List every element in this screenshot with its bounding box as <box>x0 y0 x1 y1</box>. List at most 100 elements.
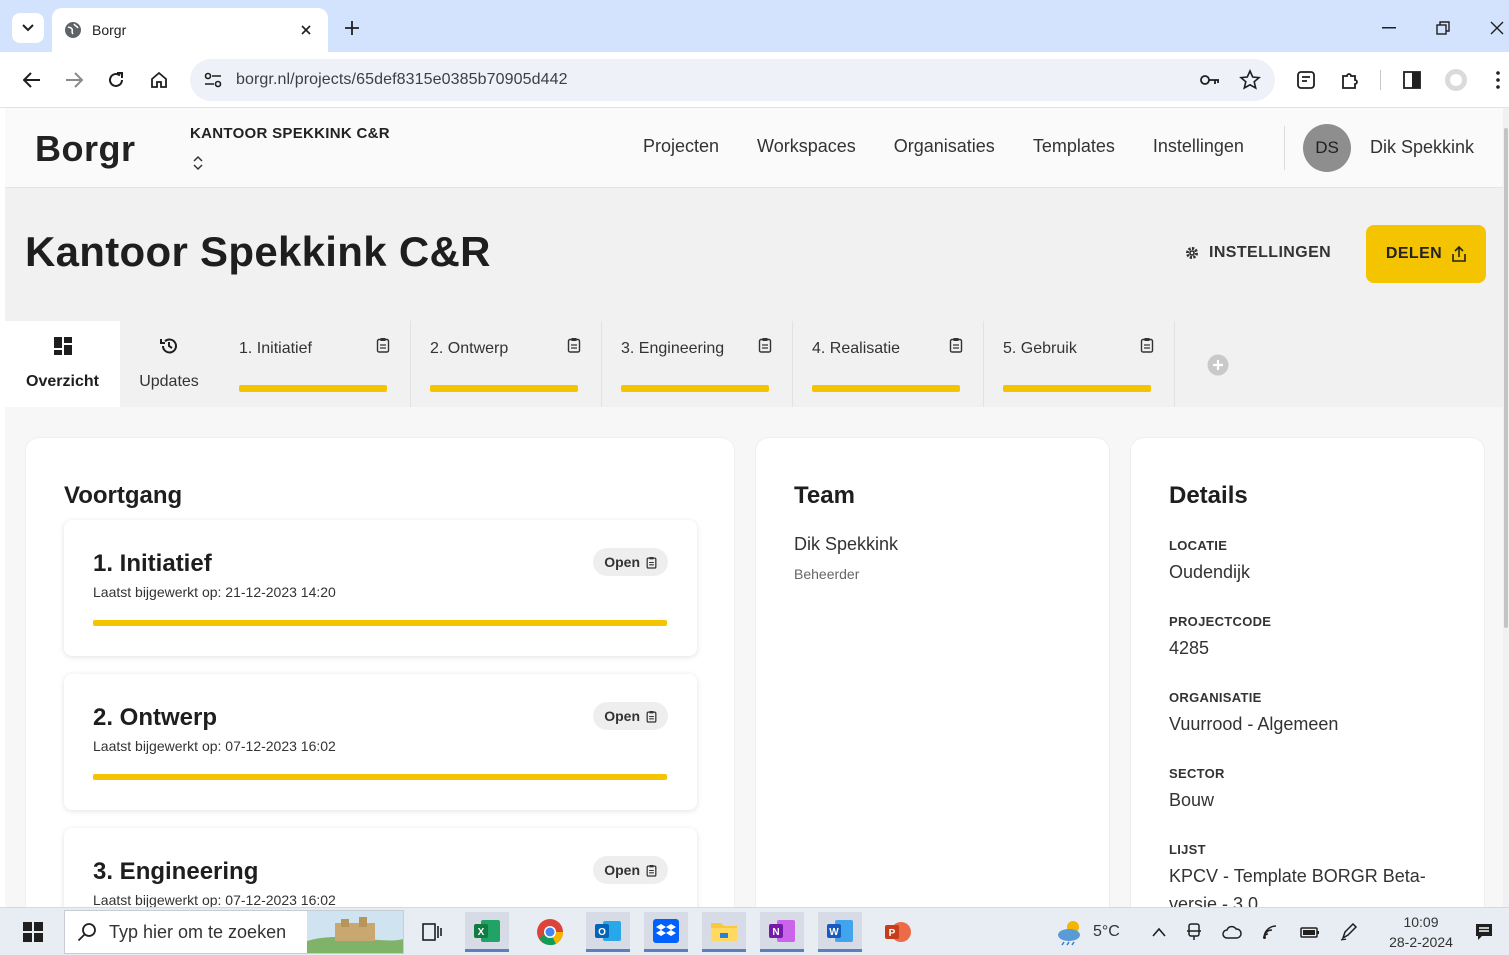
scrollbar-thumb[interactable] <box>1504 128 1508 628</box>
taskbar-onenote[interactable]: N <box>760 912 804 952</box>
share-button[interactable]: DELEN <box>1366 225 1486 283</box>
taskbar-dropbox[interactable] <box>644 912 688 952</box>
browser-tab[interactable]: Borgr <box>52 8 328 52</box>
extensions-menu-button[interactable] <box>1336 66 1364 94</box>
notifications-button[interactable] <box>1466 912 1502 952</box>
task-view-button[interactable] <box>410 912 454 952</box>
nav-organisaties[interactable]: Organisaties <box>894 136 995 157</box>
page-title: Kantoor Spekkink C&R <box>25 228 491 275</box>
onenote-icon: N <box>769 919 795 942</box>
taskbar-powerpoint[interactable]: P <box>876 912 920 952</box>
tab-search-button[interactable] <box>12 13 44 43</box>
svg-text:O: O <box>598 927 606 938</box>
clipboard-icon[interactable] <box>949 337 963 353</box>
phase-progress-bar <box>1003 385 1151 392</box>
status-badge[interactable]: Open <box>593 856 668 884</box>
star-icon[interactable] <box>1239 69 1261 91</box>
tab-phase-2[interactable]: 2. Ontwerp <box>411 321 602 407</box>
gear-icon <box>1186 247 1198 259</box>
tab-updates[interactable]: Updates <box>120 321 218 407</box>
address-bar[interactable]: borgr.nl/projects/65def8315e0385b70905d4… <box>190 59 1275 101</box>
close-icon <box>301 25 311 35</box>
avatar[interactable]: DS <box>1303 124 1351 172</box>
start-button[interactable] <box>14 918 52 946</box>
taskbar-word[interactable]: W <box>818 912 862 952</box>
add-phase-icon[interactable] <box>1207 354 1229 376</box>
task-view-icon <box>422 923 442 941</box>
close-window-button[interactable] <box>1482 14 1509 42</box>
side-panel-icon <box>1403 71 1421 89</box>
user-name[interactable]: Dik Spekkink <box>1370 137 1474 158</box>
nav-templates[interactable]: Templates <box>1033 136 1115 157</box>
chevron-up-icon[interactable] <box>1152 927 1166 937</box>
browser-tab-strip: Borgr <box>0 0 1509 52</box>
main-nav: Projecten Workspaces Organisaties Templa… <box>643 136 1282 157</box>
detail-value-organisatie: Vuurrood - Algemeen <box>1169 714 1339 734</box>
team-member-name[interactable]: Dik Spekkink <box>794 534 898 555</box>
status-badge[interactable]: Open <box>593 702 668 730</box>
project-settings-button[interactable]: INSTELLINGEN <box>1185 244 1331 262</box>
nav-projecten[interactable]: Projecten <box>643 136 719 157</box>
forward-button[interactable] <box>60 66 88 94</box>
restore-button[interactable] <box>1428 14 1458 42</box>
phase-updated: Laatst bijgewerkt op: 07-12-2023 16:02 <box>93 738 336 754</box>
site-info-icon[interactable] <box>204 72 222 88</box>
side-panel-button[interactable] <box>1398 66 1426 94</box>
tab-phase-4[interactable]: 4. Realisatie <box>793 321 984 407</box>
extension-button[interactable] <box>1292 66 1320 94</box>
clipboard-icon[interactable] <box>758 337 772 353</box>
tab-phase-1[interactable]: 1. Initiatief <box>220 321 411 407</box>
progress-card-title: Voortgang <box>64 482 183 509</box>
profile-button[interactable] <box>1442 66 1470 94</box>
taskbar-outlook[interactable]: O <box>586 912 630 952</box>
more-vertical-icon <box>1496 71 1500 89</box>
detail-value-locatie: Oudendijk <box>1169 562 1251 582</box>
key-icon[interactable] <box>1199 69 1221 91</box>
nav-instellingen[interactable]: Instellingen <box>1153 136 1244 157</box>
brand-logo[interactable]: Borgr <box>35 128 136 170</box>
tab-phase-3[interactable]: 3. Engineering <box>602 321 793 407</box>
weather-widget[interactable]: 5°C <box>1055 908 1120 955</box>
chrome-icon <box>537 919 564 946</box>
close-tab-button[interactable] <box>296 20 316 40</box>
phase-tab-label: 1. Initiatief <box>239 340 312 357</box>
browser-menu-button[interactable] <box>1484 66 1509 94</box>
clipboard-icon[interactable] <box>376 337 390 353</box>
progress-card: Voortgang 1. Initiatief Laatst bijgewerk… <box>25 437 735 955</box>
minimize-button[interactable] <box>1374 14 1404 42</box>
word-icon: W <box>827 919 853 942</box>
nav-workspaces[interactable]: Workspaces <box>757 136 856 157</box>
globe-icon <box>65 22 81 38</box>
chevron-up-down-icon[interactable] <box>191 155 205 171</box>
taskbar-file-explorer[interactable] <box>702 912 746 952</box>
phase-progress-item[interactable]: 2. Ontwerp Laatst bijgewerkt op: 07-12-2… <box>64 674 697 810</box>
back-button[interactable] <box>18 66 46 94</box>
taskbar-clock[interactable]: 10:09 28-2-2024 <box>1386 912 1456 952</box>
project-banner: Kantoor Spekkink C&R INSTELLINGEN DELEN <box>5 188 1505 321</box>
battery-icon[interactable] <box>1300 925 1320 939</box>
phase-title: 3. Engineering <box>93 858 259 885</box>
phase-progress-item[interactable]: 1. Initiatief Laatst bijgewerkt op: 21-1… <box>64 520 697 656</box>
reload-button[interactable] <box>102 66 130 94</box>
meet-now-icon[interactable] <box>1186 923 1202 941</box>
taskbar-search[interactable]: Typ hier om te zoeken <box>64 910 404 954</box>
taskbar-excel[interactable]: X <box>465 912 509 952</box>
home-button[interactable] <box>145 66 173 94</box>
tab-label: Updates <box>139 373 199 390</box>
page-scrollbar[interactable] <box>1503 108 1509 908</box>
detail-value-sector: Bouw <box>1169 790 1215 810</box>
tab-phase-5[interactable]: 5. Gebruik <box>984 321 1175 407</box>
taskbar-chrome[interactable] <box>528 912 572 952</box>
clipboard-icon[interactable] <box>1140 337 1154 353</box>
clipboard-icon[interactable] <box>567 337 581 353</box>
detail-label-lijst: LIJST <box>1169 842 1206 857</box>
pen-icon[interactable] <box>1340 923 1358 941</box>
new-tab-button[interactable] <box>340 16 364 40</box>
tab-overzicht[interactable]: Overzicht <box>5 321 120 407</box>
wifi-icon[interactable] <box>1262 924 1280 940</box>
chevron-down-icon <box>22 24 34 32</box>
workspace-name[interactable]: KANTOOR SPEKKINK C&R <box>190 125 390 142</box>
status-badge[interactable]: Open <box>593 548 668 576</box>
onedrive-icon[interactable] <box>1222 925 1242 939</box>
windows-taskbar: Typ hier om te zoeken X O N W P 5°C 10:0… <box>0 907 1509 955</box>
